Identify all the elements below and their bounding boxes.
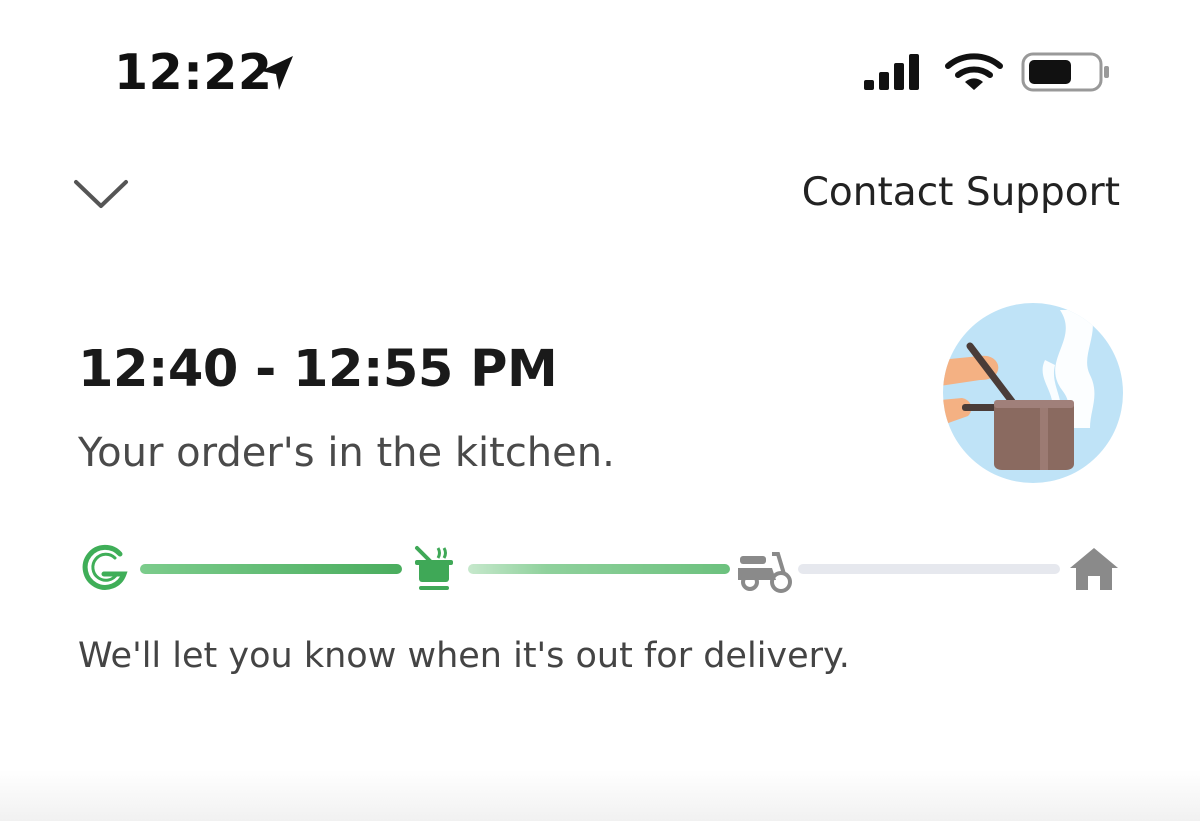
cellular-signal-icon xyxy=(864,54,919,90)
eta-time-range: 12:40 - 12:55 PM xyxy=(78,340,558,399)
battery-icon xyxy=(1021,52,1109,92)
contact-support-link[interactable]: Contact Support xyxy=(802,170,1120,215)
order-status-text: Your order's in the kitchen. xyxy=(78,430,615,476)
status-bar: 12:22 xyxy=(0,0,1200,140)
home-icon xyxy=(1070,548,1118,590)
cooking-pot-illustration xyxy=(943,303,1123,483)
progress-segment-3 xyxy=(798,564,1060,574)
location-arrow-icon xyxy=(261,56,293,90)
scooter-icon xyxy=(738,552,792,593)
progress-segment-1 xyxy=(140,564,402,574)
status-time: 12:22 xyxy=(114,44,273,101)
progress-track xyxy=(82,544,1118,593)
wifi-icon xyxy=(945,53,1003,90)
order-progress-tracker xyxy=(70,530,1130,610)
chevron-down-icon[interactable] xyxy=(68,168,134,220)
grubhub-g-icon xyxy=(82,544,128,590)
cooking-pot-icon xyxy=(415,546,453,590)
bottom-sheet-edge xyxy=(0,770,1200,821)
progress-segment-2 xyxy=(468,564,730,574)
delivery-note-text: We'll let you know when it's out for del… xyxy=(78,636,850,676)
